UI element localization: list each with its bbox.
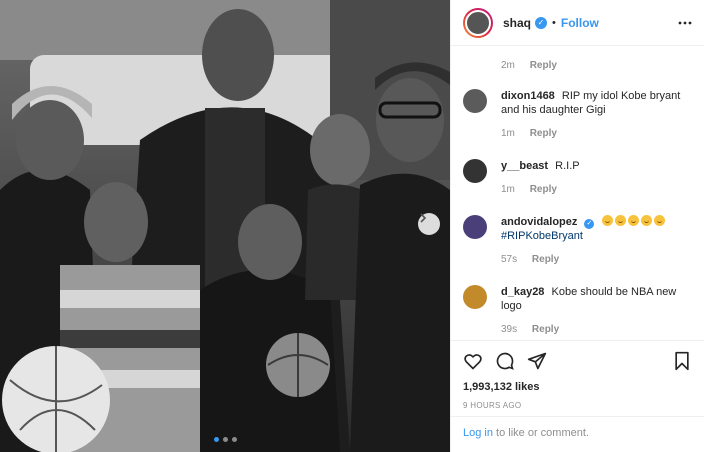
photo-image (0, 0, 450, 452)
separator: • (552, 16, 556, 29)
reply-button[interactable]: Reply (532, 324, 559, 335)
carousel-dot (231, 437, 237, 442)
avatar[interactable] (463, 7, 493, 38)
login-prompt: Log in to like or comment. (451, 416, 704, 449)
comment-username[interactable]: d_kay28 (501, 286, 544, 298)
carousel-dot (213, 437, 219, 442)
reply-button[interactable]: Reply (530, 60, 557, 71)
avatar[interactable] (463, 89, 487, 113)
more-icon[interactable] (678, 16, 692, 30)
reply-button[interactable]: Reply (532, 254, 559, 265)
comment-item: andovidalopez ✓ #RIPKobeBryant 57s Reply (463, 215, 692, 267)
comments-list[interactable]: 2m Reply dixon1468 RIP my idol Kobe brya… (451, 46, 704, 340)
crying-emoji-icon (601, 215, 667, 228)
comment-item: d_kay28 Kobe should be NBA new logo 39s … (463, 285, 692, 337)
comment-meta: 1m Reply (501, 183, 692, 197)
avatar[interactable] (463, 215, 487, 239)
action-bar (463, 349, 692, 373)
comment-time: 1m (501, 128, 515, 139)
avatar[interactable] (463, 285, 487, 309)
verified-badge-icon: ✓ (584, 219, 595, 229)
comment-time: 1m (501, 184, 515, 195)
comment-time: 39s (501, 324, 518, 335)
comment-meta: 39s Reply (501, 323, 692, 337)
share-icon[interactable] (527, 351, 547, 371)
heart-icon[interactable] (463, 351, 483, 371)
login-prompt-text: to like or comment. (492, 427, 589, 439)
reply-button[interactable]: Reply (530, 184, 557, 195)
post-side-panel: shaq ✓ • Follow 2m Reply dixon1468 RIP m… (450, 0, 704, 452)
comment-meta: 1m Reply (501, 127, 692, 141)
comment-meta: 2m Reply (501, 60, 692, 71)
comment-username[interactable]: andovidalopez (501, 216, 577, 228)
reply-button[interactable]: Reply (530, 128, 557, 139)
post-username[interactable]: shaq (503, 16, 531, 30)
post-header: shaq ✓ • Follow (451, 0, 704, 46)
comment-item: dixon1468 RIP my idol Kobe bryant and hi… (463, 89, 692, 141)
comment-hashtag-link[interactable]: #RIPKobeBryant (501, 230, 583, 242)
comment-icon[interactable] (495, 351, 515, 371)
comment-username[interactable]: dixon1468 (501, 90, 555, 102)
comment-meta: 57s Reply (501, 253, 692, 267)
likes-count[interactable]: 1,993,132 likes (463, 381, 692, 393)
instagram-post: shaq ✓ • Follow 2m Reply dixon1468 RIP m… (0, 0, 704, 452)
follow-button[interactable]: Follow (561, 16, 599, 30)
post-photo[interactable] (0, 0, 450, 452)
comment-time: 57s (501, 254, 518, 265)
comment-text: R.I.P (555, 160, 580, 172)
comment-time: 2m (501, 60, 515, 71)
comment-username[interactable]: y__beast (501, 160, 548, 172)
login-link[interactable]: Log in (463, 427, 493, 439)
post-actions: 1,993,132 likes 9 HOURS AGO (451, 340, 704, 410)
carousel-next-button[interactable] (418, 213, 440, 235)
bookmark-icon[interactable] (672, 351, 692, 371)
carousel-dots (0, 437, 450, 442)
post-timestamp: 9 HOURS AGO (463, 401, 522, 410)
avatar[interactable] (463, 159, 487, 183)
carousel-dot (222, 437, 228, 442)
chevron-right-icon (420, 213, 427, 223)
comment-item: y__beast R.I.P 1m Reply (463, 159, 692, 197)
verified-badge-icon: ✓ (535, 16, 548, 29)
